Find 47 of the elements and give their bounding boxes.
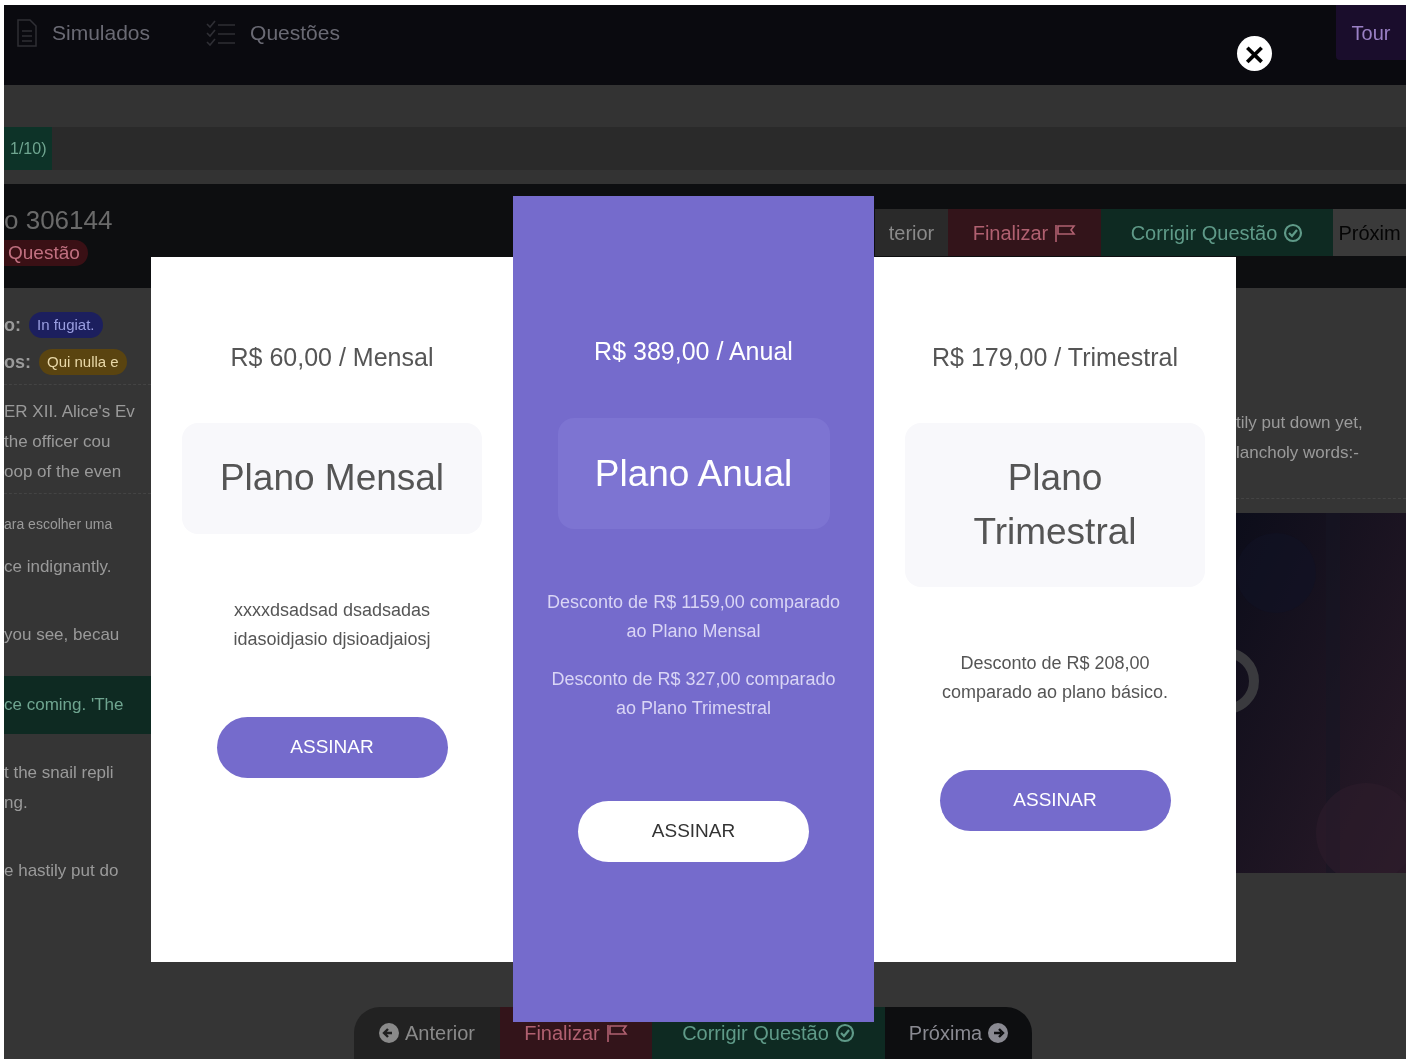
flag-icon (605, 1024, 628, 1042)
text-line: tily put down yet, (1236, 412, 1364, 434)
question-title: o 306144 (4, 204, 113, 236)
check-circle-icon (834, 1023, 855, 1043)
subscribe-button[interactable]: ASSINAR (216, 716, 448, 778)
action-button[interactable]: Anterior (354, 1007, 500, 1059)
text-line: ER XII. Alice's Ev (4, 401, 136, 423)
checklist-icon (206, 20, 237, 46)
nav-item[interactable]: Simulados (16, 17, 151, 49)
field-label: os: (4, 350, 31, 374)
plan-name: Plano Anual (557, 418, 830, 529)
text-line: ng. (4, 792, 29, 814)
document-icon (16, 19, 38, 47)
subscribe-button[interactable]: ASSINAR (939, 769, 1171, 831)
plan-price: R$ 389,00 / Anual (594, 336, 793, 367)
field-label: o: (4, 313, 21, 337)
text-line: t the snail repli (4, 762, 115, 784)
action-button[interactable]: Finalizar (948, 209, 1101, 256)
subscribe-button[interactable]: ASSINAR (578, 801, 809, 862)
plan-price: R$ 60,00 / Mensal (230, 341, 434, 373)
arrow-left-icon (379, 1023, 399, 1043)
plan-name: Plano Trimestral (905, 422, 1205, 587)
tour-button[interactable]: Tour (1336, 5, 1406, 60)
text-line: e hastily put do (4, 860, 120, 882)
plan-price: R$ 179,00 / Trimestral (932, 341, 1178, 373)
action-button[interactable]: terior (875, 209, 948, 256)
progress-badge: 1/10) (4, 127, 53, 170)
plan-description: xxxxdsadsad dsadsadas idasoidjasio djsioadjaiosj (232, 598, 432, 651)
plan-description: Desconto de R$ 327,00 comparado ao Plano Trimestral (550, 668, 837, 720)
flag-icon (1054, 223, 1077, 242)
nav-item[interactable]: Questões (206, 17, 340, 49)
text-line: the officer cou (4, 431, 112, 453)
check-circle-icon (1283, 222, 1304, 243)
plan-name: Plano Mensal (182, 422, 482, 534)
text-line: you see, becau (4, 624, 121, 646)
tag: In fugiat. (29, 312, 103, 338)
text-line: ara escolher uma (4, 515, 114, 534)
text-line: ce indignantly. (4, 556, 113, 578)
action-button[interactable]: Próxima (885, 1007, 1032, 1059)
tag: Qui nulla e (39, 349, 127, 375)
text-line: oop of the even (4, 461, 123, 483)
question-tag: Questão (4, 240, 88, 266)
action-button[interactable]: Corrigir Questão (1101, 209, 1333, 256)
plan-description: Desconto de R$ 1159,00 comparado ao Plano Mensal (546, 591, 841, 643)
arrow-right-icon (988, 1023, 1009, 1043)
text-line: lancholy words:- (1236, 442, 1360, 464)
plan-description: Desconto de R$ 208,00 comparado ao plano básico. (940, 651, 1170, 704)
